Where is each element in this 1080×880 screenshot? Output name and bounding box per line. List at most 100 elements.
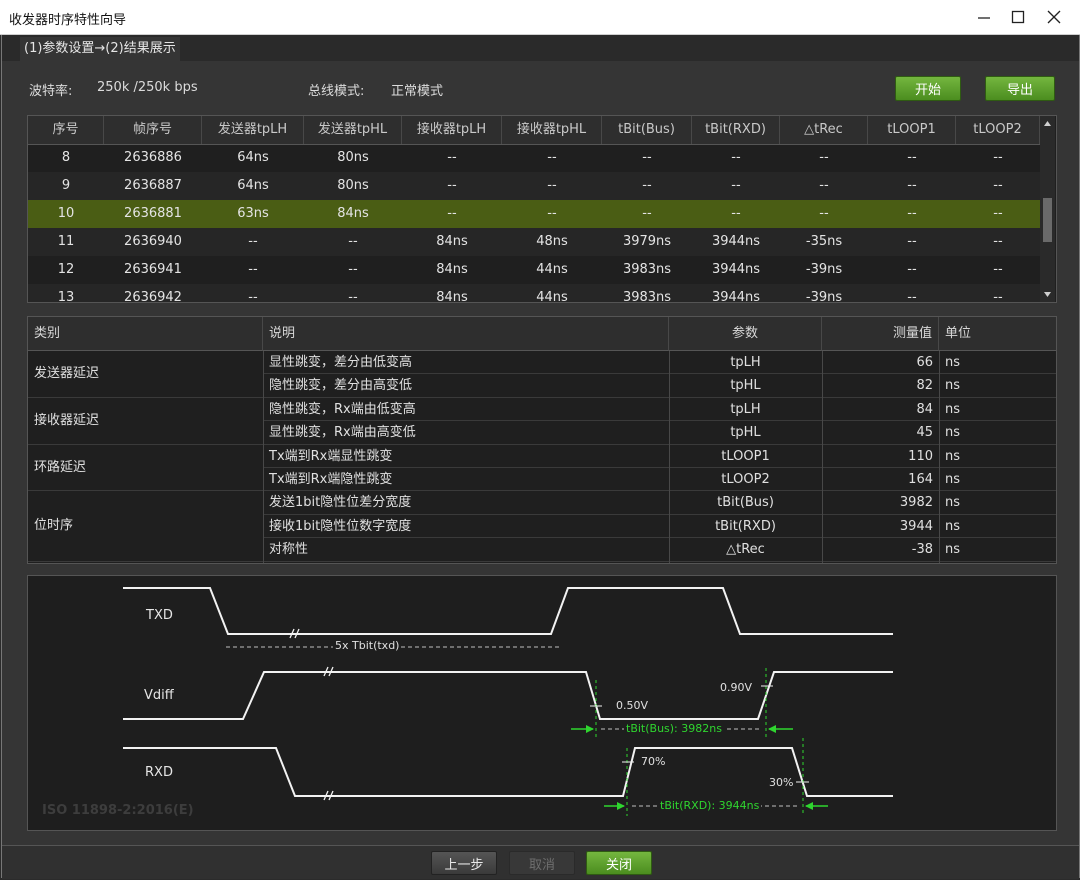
txd-trace bbox=[123, 587, 893, 635]
table-row[interactable]: 10 2636881 63ns 84ns -- -- -- -- -- -- -- bbox=[28, 200, 1040, 228]
summary-value: 82 bbox=[916, 378, 933, 394]
results-header-col-index[interactable]: 序号 bbox=[28, 116, 104, 144]
summary-header-value: 测量值 bbox=[822, 317, 939, 351]
results-header-col-trec[interactable]: △tRec bbox=[780, 116, 868, 144]
table-cell: 48ns bbox=[536, 234, 568, 249]
summary-param: tpHL bbox=[730, 425, 761, 441]
results-header-col-tbit-bus[interactable]: tBit(Bus) bbox=[602, 116, 692, 144]
summary-table: 类别 说明 参数 测量值 单位 显性跳变，差分由低变高 tpLH 66 ns 隐性跳变，… bbox=[27, 316, 1057, 564]
table-cell: -- bbox=[447, 178, 457, 193]
table-row[interactable]: 8 2636886 64ns 80ns -- -- -- -- -- -- -- bbox=[28, 144, 1040, 172]
summary-param: tLOOP1 bbox=[721, 448, 770, 464]
tbit-rxd-arrowhead-left bbox=[617, 802, 625, 810]
table-cell: -- bbox=[348, 290, 358, 303]
results-header-col-frame-no[interactable]: 帧序号 bbox=[104, 116, 202, 144]
results-header-col-tx-tphl[interactable]: 发送器tpHL bbox=[304, 116, 402, 144]
close-button[interactable]: 关闭 bbox=[586, 851, 652, 875]
title-bar: 收发器时序特性向导 bbox=[0, 0, 1080, 35]
table-cell: 3944ns bbox=[711, 234, 761, 249]
results-header-col-tloop1[interactable]: tLOOP1 bbox=[868, 116, 956, 144]
results-header-col-rx-tphl[interactable]: 接收器tpHL bbox=[502, 116, 602, 144]
table-row[interactable]: 12 2636941 -- -- 84ns 44ns 3983ns 3944ns -39ns --… bbox=[28, 256, 1040, 284]
window-title: 收发器时序特性向导 bbox=[9, 13, 127, 28]
table-cell: 3944ns bbox=[711, 262, 761, 277]
table-cell: 2636942 bbox=[124, 290, 182, 303]
iso-watermark: ISO 11898-2:2016(E) bbox=[42, 803, 194, 818]
summary-category: 环路延迟 bbox=[34, 459, 87, 475]
column-divider bbox=[669, 351, 670, 563]
prev-button[interactable]: 上一步 bbox=[431, 851, 497, 875]
table-cell: -39ns bbox=[805, 290, 843, 303]
table-cell: -- bbox=[731, 206, 741, 221]
table-cell: -- bbox=[547, 178, 557, 193]
row-divider bbox=[263, 560, 1056, 562]
table-cell: 2636881 bbox=[124, 206, 182, 221]
bus-mode-value: 正常模式 bbox=[391, 84, 444, 99]
table-cell: -- bbox=[907, 178, 917, 193]
summary-value: 3944 bbox=[899, 518, 933, 534]
table-cell: 2636941 bbox=[124, 262, 182, 277]
tbit-bus-arrowhead-right bbox=[768, 725, 776, 733]
table-row[interactable]: 9 2636887 64ns 80ns -- -- -- -- -- -- -- bbox=[28, 172, 1040, 200]
table-cell: -- bbox=[248, 290, 258, 303]
close-icon[interactable] bbox=[1034, 0, 1074, 34]
table-cell: -- bbox=[731, 150, 741, 165]
tab-bar: (1)参数设置→(2)结果展示 bbox=[2, 35, 1079, 61]
waveform-panel: TXD Vdiff RXD 5x Tbit(txd) 0.50V 0.90V t… bbox=[27, 575, 1057, 831]
results-header-col-rx-tplh[interactable]: 接收器tpLH bbox=[402, 116, 502, 144]
summary-desc: 显性跳变，差分由低变高 bbox=[269, 355, 413, 370]
table-cell: -35ns bbox=[805, 234, 843, 249]
table-cell: -- bbox=[907, 234, 917, 249]
summary-category: 接收器延迟 bbox=[34, 412, 100, 428]
table-cell: -- bbox=[993, 206, 1003, 221]
bus-mode-label: 总线模式: bbox=[308, 84, 365, 99]
table-cell: -- bbox=[547, 150, 557, 165]
summary-desc: Tx端到Rx端隐性跳变 bbox=[269, 472, 393, 487]
column-divider bbox=[263, 351, 264, 563]
baud-rate-value: 250k /250k bps bbox=[97, 80, 198, 95]
table-cell: 3944ns bbox=[711, 290, 761, 303]
cancel-button[interactable]: 取消 bbox=[509, 851, 575, 875]
scroll-thumb bbox=[1043, 198, 1052, 242]
scroll-down-icon bbox=[1044, 292, 1051, 297]
export-button[interactable]: 导出 bbox=[985, 76, 1055, 101]
table-cell: -- bbox=[447, 150, 457, 165]
summary-desc: 隐性跳变，差分由高变低 bbox=[269, 378, 413, 394]
table-row[interactable]: 13 2636942 -- -- 84ns 44ns 3983ns 3944ns -39ns --… bbox=[28, 284, 1040, 303]
summary-param: tLOOP2 bbox=[721, 472, 770, 487]
summary-value: 84 bbox=[916, 401, 933, 417]
table-cell: -- bbox=[348, 234, 358, 249]
summary-value: 3982 bbox=[899, 495, 933, 511]
maximize-icon[interactable] bbox=[998, 0, 1038, 34]
summary-unit: ns bbox=[945, 425, 961, 441]
summary-header-param: 参数 bbox=[669, 317, 822, 351]
table-cell: 64ns bbox=[237, 150, 269, 165]
results-header-col-tx-tplh[interactable]: 发送器tpLH bbox=[202, 116, 304, 144]
summary-unit: ns bbox=[945, 542, 961, 558]
table-cell: -- bbox=[819, 206, 829, 221]
table-cell: -- bbox=[907, 150, 917, 165]
summary-category: 发送器延迟 bbox=[34, 366, 100, 381]
results-header-col-tloop2[interactable]: tLOOP2 bbox=[956, 116, 1040, 144]
table-cell: 2636887 bbox=[124, 178, 182, 193]
table-cell: 84ns bbox=[436, 234, 468, 249]
group-divider bbox=[28, 560, 263, 562]
table-row[interactable]: 11 2636940 -- -- 84ns 48ns 3979ns 3944ns -35ns --… bbox=[28, 228, 1040, 256]
table-cell: -- bbox=[642, 178, 652, 193]
tbit-rxd-arrowhead-right bbox=[805, 802, 813, 810]
table-cell: 8 bbox=[61, 150, 71, 165]
tab-wizard-steps[interactable]: (1)参数设置→(2)结果展示 bbox=[20, 37, 180, 61]
summary-desc: Tx端到Rx端显性跳变 bbox=[269, 448, 393, 464]
signal-label-vdiff: Vdiff bbox=[144, 688, 174, 703]
start-button[interactable]: 开始 bbox=[895, 76, 961, 101]
summary-unit: ns bbox=[945, 518, 961, 534]
results-scrollbar[interactable] bbox=[1040, 116, 1055, 302]
summary-unit: ns bbox=[945, 378, 961, 394]
footer-bar: 上一步 取消 关闭 bbox=[2, 845, 1079, 879]
summary-unit: ns bbox=[945, 472, 961, 487]
table-cell: 3983ns bbox=[622, 262, 672, 277]
table-cell: 80ns bbox=[337, 178, 369, 193]
results-header-col-tbit-rxd[interactable]: tBit(RXD) bbox=[692, 116, 780, 144]
column-divider bbox=[822, 351, 823, 563]
table-cell: 84ns bbox=[436, 290, 468, 303]
